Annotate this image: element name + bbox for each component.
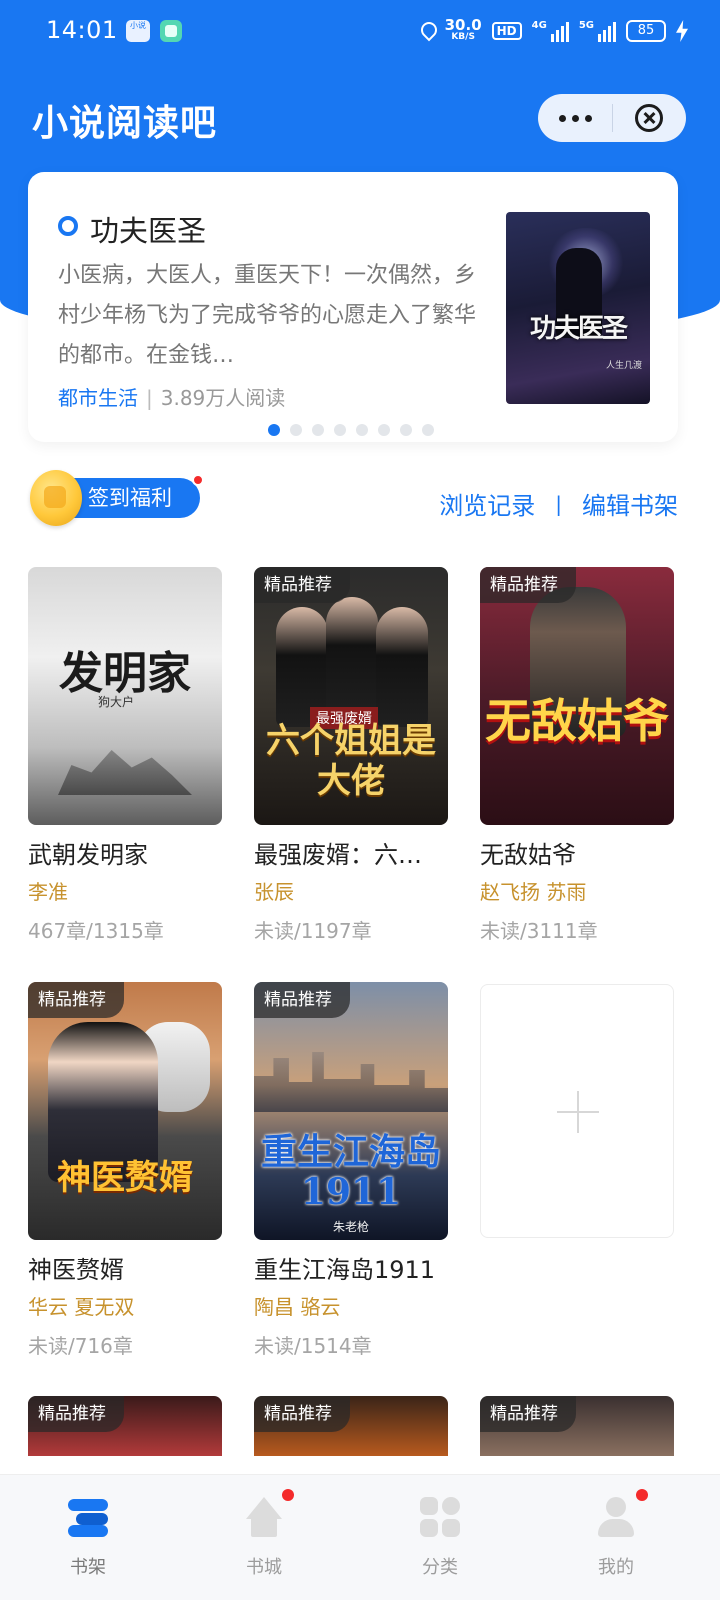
miniapp-capsule [538, 94, 686, 142]
plus-icon [557, 1091, 599, 1133]
add-book-button[interactable] [480, 984, 674, 1238]
book-title: 神医赘婿 [28, 1256, 124, 1284]
featured-cover-author: 人生几渡 [605, 361, 642, 371]
close-icon[interactable] [635, 104, 663, 132]
book-cover[interactable]: 精品推荐 [28, 1396, 222, 1456]
book-cover[interactable]: 精品推荐 [254, 1396, 448, 1456]
carousel-dot[interactable] [312, 424, 324, 436]
profile-icon [594, 1495, 638, 1539]
shelf-actions: 浏览记录 | 编辑书架 [439, 486, 678, 521]
signal-5g-icon: 5G [579, 20, 616, 42]
book-cover[interactable]: 无敌姑爷 精品推荐 [480, 567, 674, 825]
book-title: 无敌姑爷 [480, 841, 576, 869]
hd-icon: HD [491, 22, 522, 40]
carousel-dot[interactable] [378, 424, 390, 436]
carousel-dot[interactable] [268, 424, 280, 436]
book-card[interactable]: 神医赘婿 精品推荐 神医赘婿 华云 夏无双 未读/716章 [28, 982, 222, 1359]
carousel-dot[interactable] [290, 424, 302, 436]
coin-icon [30, 470, 82, 526]
book-author: 华云 夏无双 [28, 1295, 135, 1319]
book-cover[interactable]: 最强废婿 六个姐姐是大佬 精品推荐 [254, 567, 448, 825]
book-progress: 未读/1197章 [254, 919, 372, 943]
status-bar: 14:01 小说 30.0 KB/S HD 4G 5G 85 [0, 0, 720, 64]
network-speed: 30.0 KB/S [444, 16, 482, 43]
carousel-dot[interactable] [422, 424, 434, 436]
browse-history-link[interactable]: 浏览记录 [439, 486, 535, 521]
bottom-tab-bar: 书架 书城 分类 我的 [0, 1474, 720, 1600]
premium-badge: 精品推荐 [28, 982, 124, 1018]
carousel-dot[interactable] [334, 424, 346, 436]
tab-category[interactable]: 分类 [380, 1489, 500, 1585]
app-status-icon [160, 20, 182, 42]
status-indicators: 30.0 KB/S HD 4G 5G 85 [419, 14, 688, 48]
book-author: 张辰 [254, 880, 294, 904]
featured-category[interactable]: 都市生活 [58, 386, 138, 410]
premium-badge: 精品推荐 [28, 1396, 124, 1432]
premium-badge: 精品推荐 [254, 567, 350, 603]
premium-badge: 精品推荐 [480, 567, 576, 603]
tab-profile[interactable]: 我的 [556, 1489, 676, 1585]
category-icon [418, 1495, 462, 1539]
premium-badge: 精品推荐 [254, 1396, 350, 1432]
premium-badge: 精品推荐 [254, 982, 350, 1018]
tab-bookshelf[interactable]: 书架 [28, 1489, 148, 1585]
bookshelf-icon [66, 1495, 110, 1539]
book-author: 陶昌 骆云 [254, 1295, 341, 1319]
featured-meta: 都市生活 | 3.89万人阅读 [58, 386, 286, 410]
edit-shelf-link[interactable]: 编辑书架 [582, 486, 678, 521]
battery-icon: 85 [626, 20, 666, 42]
notification-dot [282, 1489, 294, 1501]
featured-description: 小医病，大医人，重医天下！一次偶然，乡村少年杨飞为了完成爷爷的心愿走入了繁华的都… [58, 263, 477, 368]
page: 14:01 小说 30.0 KB/S HD 4G 5G 85 小说阅读吧 功夫医… [0, 0, 720, 1600]
checkin-button[interactable]: 签到福利 [30, 470, 204, 526]
featured-book-card[interactable]: 功夫医圣 小医病，大医人，重医天下！一次偶然，乡村少年杨飞为了完成爷爷的心愿走入… [28, 172, 678, 442]
book-title: 武朝发明家 [28, 841, 148, 869]
featured-readers: 3.89万人阅读 [160, 386, 286, 410]
link-divider: | [555, 491, 562, 516]
book-author: 赵飞扬 苏雨 [480, 880, 587, 904]
page-title: 小说阅读吧 [32, 103, 218, 144]
mini-app-status-icon: 小说 [126, 20, 150, 42]
book-progress: 未读/1514章 [254, 1334, 372, 1358]
notification-dot [192, 474, 204, 486]
book-card[interactable]: 无敌姑爷 精品推荐 无敌姑爷 赵飞扬 苏雨 未读/3111章 [480, 567, 674, 944]
book-cover[interactable]: 发明家 狗大户 [28, 567, 222, 825]
book-title: 最强废婿：六… [254, 841, 422, 869]
home-icon [242, 1495, 286, 1539]
book-cover[interactable]: 精品推荐 [480, 1396, 674, 1456]
book-cover[interactable]: 重生江海岛1911 朱老枪 精品推荐 [254, 982, 448, 1240]
signal-4g-icon: 4G [532, 20, 569, 42]
book-author: 李准 [28, 880, 68, 904]
more-options-button[interactable] [538, 94, 612, 142]
book-progress: 467章/1315章 [28, 919, 164, 943]
charging-icon [676, 20, 688, 42]
bullet-ring-icon [58, 216, 78, 236]
book-card[interactable]: 重生江海岛1911 朱老枪 精品推荐 重生江海岛1911 陶昌 骆云 未读/15… [254, 982, 448, 1359]
book-progress: 未读/716章 [28, 1334, 133, 1358]
book-cover[interactable]: 神医赘婿 精品推荐 [28, 982, 222, 1240]
book-card[interactable]: 最强废婿 六个姐姐是大佬 精品推荐 最强废婿：六… 张辰 未读/1197章 [254, 567, 448, 944]
book-card[interactable]: 发明家 狗大户 武朝发明家 李准 467章/1315章 [28, 567, 222, 944]
book-title: 重生江海岛1911 [254, 1256, 436, 1284]
status-time: 14:01 [46, 16, 118, 44]
carousel-dot[interactable] [400, 424, 412, 436]
carousel-dot[interactable] [356, 424, 368, 436]
capsule-divider [612, 104, 613, 132]
tab-bookstore[interactable]: 书城 [204, 1489, 324, 1585]
featured-cover-title: 功夫医圣 [529, 314, 628, 344]
featured-title: 功夫医圣 [90, 214, 207, 248]
premium-badge: 精品推荐 [480, 1396, 576, 1432]
location-icon [419, 21, 435, 41]
notification-dot [636, 1489, 648, 1501]
featured-cover[interactable]: 功夫医圣 人生几渡 [506, 212, 650, 404]
book-progress: 未读/3111章 [480, 919, 598, 943]
carousel-indicator [268, 424, 434, 436]
